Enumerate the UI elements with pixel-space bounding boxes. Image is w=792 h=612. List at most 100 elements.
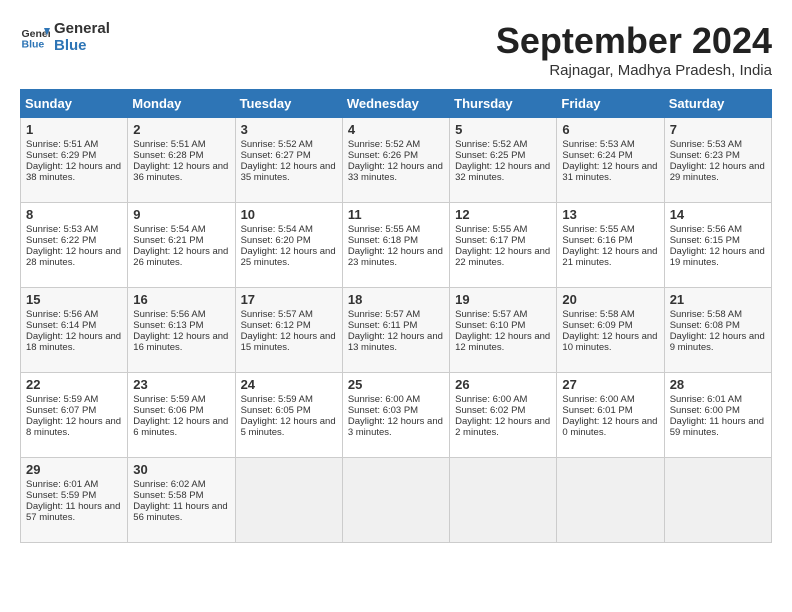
calendar-cell-22: 22Sunrise: 5:59 AMSunset: 6:07 PMDayligh… bbox=[21, 373, 128, 458]
sunset-label: Sunset: 6:09 PM bbox=[562, 320, 632, 331]
daylight-label: Daylight: 12 hours and 36 minutes. bbox=[133, 161, 228, 183]
day-number: 19 bbox=[455, 292, 551, 307]
day-number: 20 bbox=[562, 292, 658, 307]
day-number: 7 bbox=[670, 122, 766, 137]
empty-cell bbox=[450, 458, 557, 543]
empty-cell bbox=[235, 458, 342, 543]
day-number: 25 bbox=[348, 377, 444, 392]
day-number: 3 bbox=[241, 122, 337, 137]
daylight-label: Daylight: 11 hours and 59 minutes. bbox=[670, 416, 764, 438]
calendar-cell-12: 12Sunrise: 5:55 AMSunset: 6:17 PMDayligh… bbox=[450, 203, 557, 288]
daylight-label: Daylight: 12 hours and 3 minutes. bbox=[348, 416, 443, 438]
sunset-label: Sunset: 6:05 PM bbox=[241, 405, 311, 416]
calendar-cell-5: 5Sunrise: 5:52 AMSunset: 6:25 PMDaylight… bbox=[450, 118, 557, 203]
month-title: September 2024 bbox=[496, 20, 772, 62]
daylight-label: Daylight: 12 hours and 16 minutes. bbox=[133, 331, 228, 353]
sunset-label: Sunset: 6:00 PM bbox=[670, 405, 740, 416]
logo-blue: Blue bbox=[54, 37, 110, 54]
logo: General Blue General Blue bbox=[20, 20, 110, 54]
daylight-label: Daylight: 12 hours and 38 minutes. bbox=[26, 161, 121, 183]
calendar-cell-29: 29Sunrise: 6:01 AMSunset: 5:59 PMDayligh… bbox=[21, 458, 128, 543]
day-number: 17 bbox=[241, 292, 337, 307]
sunset-label: Sunset: 6:12 PM bbox=[241, 320, 311, 331]
day-number: 9 bbox=[133, 207, 229, 222]
weekday-header-wednesday: Wednesday bbox=[342, 90, 449, 118]
day-number: 28 bbox=[670, 377, 766, 392]
svg-text:Blue: Blue bbox=[22, 39, 45, 51]
empty-cell bbox=[557, 458, 664, 543]
daylight-label: Daylight: 12 hours and 18 minutes. bbox=[26, 331, 121, 353]
calendar-cell-16: 16Sunrise: 5:56 AMSunset: 6:13 PMDayligh… bbox=[128, 288, 235, 373]
daylight-label: Daylight: 12 hours and 13 minutes. bbox=[348, 331, 443, 353]
day-number: 14 bbox=[670, 207, 766, 222]
calendar-cell-27: 27Sunrise: 6:00 AMSunset: 6:01 PMDayligh… bbox=[557, 373, 664, 458]
sunset-label: Sunset: 6:06 PM bbox=[133, 405, 203, 416]
calendar-cell-8: 8Sunrise: 5:53 AMSunset: 6:22 PMDaylight… bbox=[21, 203, 128, 288]
day-number: 24 bbox=[241, 377, 337, 392]
day-number: 16 bbox=[133, 292, 229, 307]
calendar-cell-3: 3Sunrise: 5:52 AMSunset: 6:27 PMDaylight… bbox=[235, 118, 342, 203]
sunset-label: Sunset: 6:16 PM bbox=[562, 235, 632, 246]
sunrise-label: Sunrise: 6:00 AM bbox=[455, 394, 527, 405]
daylight-label: Daylight: 12 hours and 10 minutes. bbox=[562, 331, 657, 353]
sunset-label: Sunset: 6:24 PM bbox=[562, 150, 632, 161]
daylight-label: Daylight: 12 hours and 21 minutes. bbox=[562, 246, 657, 268]
calendar-cell-4: 4Sunrise: 5:52 AMSunset: 6:26 PMDaylight… bbox=[342, 118, 449, 203]
daylight-label: Daylight: 12 hours and 15 minutes. bbox=[241, 331, 336, 353]
day-number: 21 bbox=[670, 292, 766, 307]
calendar-cell-18: 18Sunrise: 5:57 AMSunset: 6:11 PMDayligh… bbox=[342, 288, 449, 373]
sunrise-label: Sunrise: 6:01 AM bbox=[670, 394, 742, 405]
calendar-week-row: 15Sunrise: 5:56 AMSunset: 6:14 PMDayligh… bbox=[21, 288, 772, 373]
sunset-label: Sunset: 6:22 PM bbox=[26, 235, 96, 246]
sunset-label: Sunset: 6:03 PM bbox=[348, 405, 418, 416]
day-number: 10 bbox=[241, 207, 337, 222]
day-number: 4 bbox=[348, 122, 444, 137]
daylight-label: Daylight: 12 hours and 26 minutes. bbox=[133, 246, 228, 268]
sunset-label: Sunset: 6:29 PM bbox=[26, 150, 96, 161]
daylight-label: Daylight: 11 hours and 57 minutes. bbox=[26, 501, 120, 523]
day-number: 6 bbox=[562, 122, 658, 137]
sunrise-label: Sunrise: 5:56 AM bbox=[133, 309, 205, 320]
sunrise-label: Sunrise: 5:53 AM bbox=[670, 139, 742, 150]
sunrise-label: Sunrise: 5:55 AM bbox=[562, 224, 634, 235]
daylight-label: Daylight: 12 hours and 5 minutes. bbox=[241, 416, 336, 438]
sunrise-label: Sunrise: 6:02 AM bbox=[133, 479, 205, 490]
daylight-label: Daylight: 12 hours and 25 minutes. bbox=[241, 246, 336, 268]
sunrise-label: Sunrise: 5:56 AM bbox=[670, 224, 742, 235]
title-block: September 2024 Rajnagar, Madhya Pradesh,… bbox=[496, 20, 772, 79]
weekday-header-monday: Monday bbox=[128, 90, 235, 118]
sunset-label: Sunset: 6:01 PM bbox=[562, 405, 632, 416]
empty-cell bbox=[342, 458, 449, 543]
calendar-week-row: 29Sunrise: 6:01 AMSunset: 5:59 PMDayligh… bbox=[21, 458, 772, 543]
calendar-cell-14: 14Sunrise: 5:56 AMSunset: 6:15 PMDayligh… bbox=[664, 203, 771, 288]
calendar-cell-15: 15Sunrise: 5:56 AMSunset: 6:14 PMDayligh… bbox=[21, 288, 128, 373]
sunset-label: Sunset: 5:58 PM bbox=[133, 490, 203, 501]
logo-icon: General Blue bbox=[20, 22, 50, 52]
calendar-cell-24: 24Sunrise: 5:59 AMSunset: 6:05 PMDayligh… bbox=[235, 373, 342, 458]
sunrise-label: Sunrise: 5:57 AM bbox=[348, 309, 420, 320]
sunrise-label: Sunrise: 5:54 AM bbox=[241, 224, 313, 235]
day-number: 12 bbox=[455, 207, 551, 222]
day-number: 23 bbox=[133, 377, 229, 392]
sunset-label: Sunset: 6:28 PM bbox=[133, 150, 203, 161]
daylight-label: Daylight: 12 hours and 9 minutes. bbox=[670, 331, 765, 353]
sunset-label: Sunset: 6:10 PM bbox=[455, 320, 525, 331]
sunrise-label: Sunrise: 5:53 AM bbox=[562, 139, 634, 150]
daylight-label: Daylight: 11 hours and 56 minutes. bbox=[133, 501, 227, 523]
day-number: 13 bbox=[562, 207, 658, 222]
calendar-cell-11: 11Sunrise: 5:55 AMSunset: 6:18 PMDayligh… bbox=[342, 203, 449, 288]
sunrise-label: Sunrise: 5:56 AM bbox=[26, 309, 98, 320]
daylight-label: Daylight: 12 hours and 6 minutes. bbox=[133, 416, 228, 438]
calendar-week-row: 1Sunrise: 5:51 AMSunset: 6:29 PMDaylight… bbox=[21, 118, 772, 203]
calendar-cell-21: 21Sunrise: 5:58 AMSunset: 6:08 PMDayligh… bbox=[664, 288, 771, 373]
daylight-label: Daylight: 12 hours and 8 minutes. bbox=[26, 416, 121, 438]
calendar-table: SundayMondayTuesdayWednesdayThursdayFrid… bbox=[20, 89, 772, 543]
sunrise-label: Sunrise: 5:51 AM bbox=[26, 139, 98, 150]
day-number: 26 bbox=[455, 377, 551, 392]
calendar-cell-13: 13 Sunrise: 5:55 AMSunset: 6:16 PMDayligh… bbox=[557, 203, 664, 288]
day-number: 29 bbox=[26, 462, 122, 477]
sunset-label: Sunset: 6:02 PM bbox=[455, 405, 525, 416]
calendar-cell-6: 6Sunrise: 5:53 AMSunset: 6:24 PMDaylight… bbox=[557, 118, 664, 203]
sunset-label: Sunset: 5:59 PM bbox=[26, 490, 96, 501]
sunrise-label: Sunrise: 5:52 AM bbox=[348, 139, 420, 150]
